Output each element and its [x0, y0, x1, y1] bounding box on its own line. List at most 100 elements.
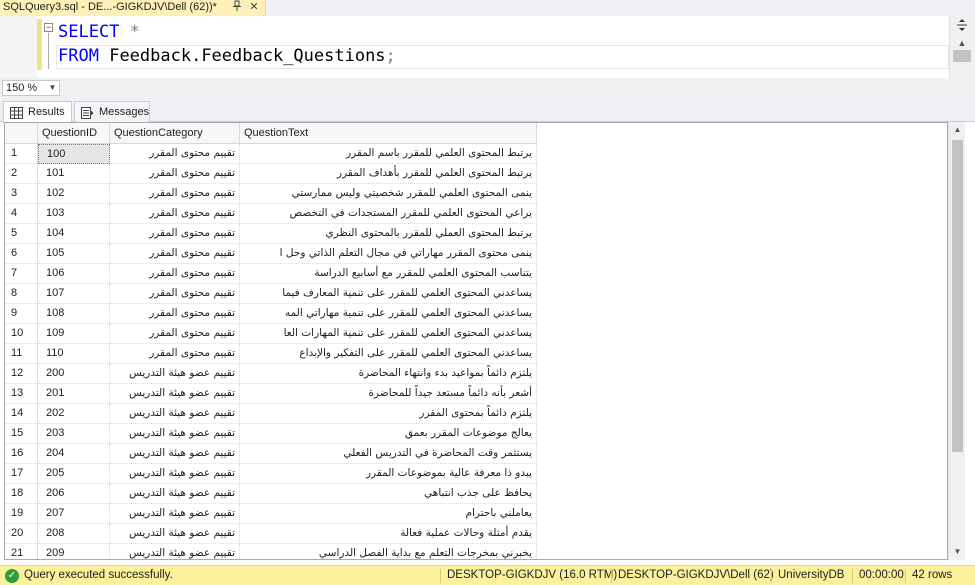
- cell-questiontext[interactable]: يساعدني المحتوى العلمي للمقرر على تنمية …: [240, 324, 537, 344]
- cell-questioncategory[interactable]: تقييم عضو هيئة التدريس: [110, 364, 240, 384]
- cell-questiontext[interactable]: يرتبط المحتوى العلمي للمقرر باسم المقرر: [240, 144, 537, 164]
- table-row[interactable]: 18 206 تقييم عضو هيئة التدريس يحافظ على جذب…: [5, 484, 537, 504]
- sql-editor[interactable]: − SELECT * FROM Feedback.Feedback_Questi…: [0, 16, 975, 78]
- table-row[interactable]: 17 205 تقييم عضو هيئة التدريس يبدو ذا معرفة…: [5, 464, 537, 484]
- row-number-header[interactable]: [5, 123, 38, 144]
- table-row[interactable]: 10 109 تقييم محتوى المقرر يساعدني المحتوى ا…: [5, 324, 537, 344]
- table-row[interactable]: 3 102 تقييم محتوى المقرر ينمى المحتوى العلم…: [5, 184, 537, 204]
- row-number[interactable]: 8: [5, 284, 38, 304]
- table-row[interactable]: 4 103 تقييم محتوى المقرر يراعي المحتوى العل…: [5, 204, 537, 224]
- table-row[interactable]: 6 105 تقييم محتوى المقرر ينمى محتوى المقرر …: [5, 244, 537, 264]
- cell-questionid[interactable]: 209: [38, 544, 110, 559]
- cell-questionid[interactable]: 207: [38, 504, 110, 524]
- scroll-up-icon[interactable]: ▲: [952, 124, 963, 135]
- close-icon[interactable]: ✕: [248, 0, 260, 15]
- cell-questionid[interactable]: 109: [38, 324, 110, 344]
- scroll-up-icon[interactable]: ▲: [955, 36, 969, 50]
- cell-questiontext[interactable]: يلتزم دائماً بمواعيد بدء وانتهاء المحاضر…: [240, 364, 537, 384]
- cell-questioncategory[interactable]: تقييم محتوى المقرر: [110, 244, 240, 264]
- row-number[interactable]: 15: [5, 424, 38, 444]
- pin-icon[interactable]: [231, 0, 243, 15]
- table-row[interactable]: 12 200 تقييم عضو هيئة التدريس يلتزم دائماً …: [5, 364, 537, 384]
- cell-questioncategory[interactable]: تقييم محتوى المقرر: [110, 164, 240, 184]
- row-number[interactable]: 2: [5, 164, 38, 184]
- results-grid[interactable]: QuestionID QuestionCategory QuestionText…: [4, 122, 948, 560]
- editor-scroll-thumb[interactable]: [953, 50, 971, 62]
- cell-questioncategory[interactable]: تقييم محتوى المقرر: [110, 324, 240, 344]
- row-number[interactable]: 21: [5, 544, 38, 559]
- row-number[interactable]: 12: [5, 364, 38, 384]
- row-number[interactable]: 16: [5, 444, 38, 464]
- cell-questionid[interactable]: 203: [38, 424, 110, 444]
- row-number[interactable]: 6: [5, 244, 38, 264]
- cell-questionid[interactable]: 204: [38, 444, 110, 464]
- row-number[interactable]: 13: [5, 384, 38, 404]
- table-row[interactable]: 11 110 تقييم محتوى المقرر يساعدني المحتوى ا…: [5, 344, 537, 364]
- cell-questionid[interactable]: 105: [38, 244, 110, 264]
- collapse-icon[interactable]: −: [44, 23, 53, 32]
- table-row[interactable]: 20 208 تقييم عضو هيئة التدريس يقدم أمثلة وح…: [5, 524, 537, 544]
- row-number[interactable]: 17: [5, 464, 38, 484]
- cell-questionid[interactable]: 206: [38, 484, 110, 504]
- grid-scroll-thumb[interactable]: [952, 140, 963, 452]
- cell-questioncategory[interactable]: تقييم محتوى المقرر: [110, 144, 240, 164]
- column-header-questiontext[interactable]: QuestionText: [240, 123, 537, 144]
- cell-questionid[interactable]: 200: [38, 364, 110, 384]
- scroll-down-icon[interactable]: ▼: [952, 546, 963, 557]
- table-row[interactable]: 16 204 تقييم عضو هيئة التدريس يستثمر وقت ال…: [5, 444, 537, 464]
- cell-questiontext[interactable]: أشعر بأنه دائماً مستعد جيداً للمحاضرة: [240, 384, 537, 404]
- cell-questioncategory[interactable]: تقييم عضو هيئة التدريس: [110, 504, 240, 524]
- cell-questiontext[interactable]: يرتبط المحتوى العملي للمقرر بالمحتوى الن…: [240, 224, 537, 244]
- cell-questionid[interactable]: 102: [38, 184, 110, 204]
- table-row[interactable]: 8 107 تقييم محتوى المقرر يساعدني المحتوى ال…: [5, 284, 537, 304]
- table-row[interactable]: 13 201 تقييم عضو هيئة التدريس أشعر بأنه دائ…: [5, 384, 537, 404]
- cell-questiontext[interactable]: يساعدني المحتوى العلمي للمقرر على تنمية …: [240, 304, 537, 324]
- cell-questionid[interactable]: 101: [38, 164, 110, 184]
- cell-questioncategory[interactable]: تقييم محتوى المقرر: [110, 224, 240, 244]
- cell-questioncategory[interactable]: تقييم عضو هيئة التدريس: [110, 484, 240, 504]
- table-row[interactable]: 9 108 تقييم محتوى المقرر يساعدني المحتوى ال…: [5, 304, 537, 324]
- cell-questioncategory[interactable]: تقييم عضو هيئة التدريس: [110, 444, 240, 464]
- chevron-down-icon[interactable]: ▼: [47, 82, 58, 94]
- cell-questioncategory[interactable]: تقييم عضو هيئة التدريس: [110, 424, 240, 444]
- row-number[interactable]: 7: [5, 264, 38, 284]
- row-number[interactable]: 19: [5, 504, 38, 524]
- row-number[interactable]: 4: [5, 204, 38, 224]
- cell-questiontext[interactable]: ينمى محتوى المقرر مهاراتي في مجال التعلم…: [240, 244, 537, 264]
- tab-messages[interactable]: Messages: [74, 101, 150, 122]
- cell-questioncategory[interactable]: تقييم عضو هيئة التدريس: [110, 464, 240, 484]
- cell-questioncategory[interactable]: تقييم عضو هيئة التدريس: [110, 404, 240, 424]
- table-row[interactable]: 19 207 تقييم عضو هيئة التدريس يعاملني باحتر…: [5, 504, 537, 524]
- cell-questionid[interactable]: 104: [38, 224, 110, 244]
- cell-questioncategory[interactable]: تقييم محتوى المقرر: [110, 304, 240, 324]
- cell-questionid[interactable]: 202: [38, 404, 110, 424]
- cell-questiontext[interactable]: يعالج موضوعات المقرر بعمق: [240, 424, 537, 444]
- table-row[interactable]: 5 104 تقييم محتوى المقرر يرتبط المحتوى العم…: [5, 224, 537, 244]
- cell-questiontext[interactable]: يخبرني بمخرجات التعلم مع بداية الفصل الد…: [240, 544, 537, 559]
- cell-questionid[interactable]: 110: [38, 344, 110, 364]
- table-row[interactable]: 7 106 تقييم محتوى المقرر يتناسب المحتوى الع…: [5, 264, 537, 284]
- cell-questionid[interactable]: 107: [38, 284, 110, 304]
- split-view-icon[interactable]: [956, 18, 968, 32]
- row-number[interactable]: 10: [5, 324, 38, 344]
- row-number[interactable]: 1: [5, 144, 38, 164]
- row-number[interactable]: 9: [5, 304, 38, 324]
- grid-vertical-scrollbar[interactable]: ▲ ▼: [948, 122, 965, 560]
- table-row[interactable]: 1 100 تقييم محتوى المقرر يرتبط المحتوى العل…: [5, 144, 537, 164]
- cell-questionid[interactable]: 208: [38, 524, 110, 544]
- row-number[interactable]: 5: [5, 224, 38, 244]
- cell-questioncategory[interactable]: تقييم عضو هيئة التدريس: [110, 524, 240, 544]
- cell-questionid[interactable]: 201: [38, 384, 110, 404]
- tab-results[interactable]: Results: [3, 101, 72, 123]
- cell-questionid[interactable]: 106: [38, 264, 110, 284]
- row-number[interactable]: 3: [5, 184, 38, 204]
- table-row[interactable]: 2 101 تقييم محتوى المقرر يرتبط المحتوى العل…: [5, 164, 537, 184]
- cell-questiontext[interactable]: يساعدني المحتوى العلمي للمقرر على تنمية …: [240, 284, 537, 304]
- cell-questiontext[interactable]: يراعي المحتوى العلمي للمقرر المستجدات في…: [240, 204, 537, 224]
- cell-questiontext[interactable]: يلتزم دائماً بمحتوى المقرر: [240, 404, 537, 424]
- cell-questionid[interactable]: 205: [38, 464, 110, 484]
- table-row[interactable]: 14 202 تقييم عضو هيئة التدريس يلتزم دائماً …: [5, 404, 537, 424]
- table-row[interactable]: 15 203 تقييم عضو هيئة التدريس يعالج موضوعات…: [5, 424, 537, 444]
- cell-questiontext[interactable]: يستثمر وقت المحاضرة في التدريس الفعلي: [240, 444, 537, 464]
- cell-questiontext[interactable]: يساعدني المحتوى العلمي للمقرر على التفكي…: [240, 344, 537, 364]
